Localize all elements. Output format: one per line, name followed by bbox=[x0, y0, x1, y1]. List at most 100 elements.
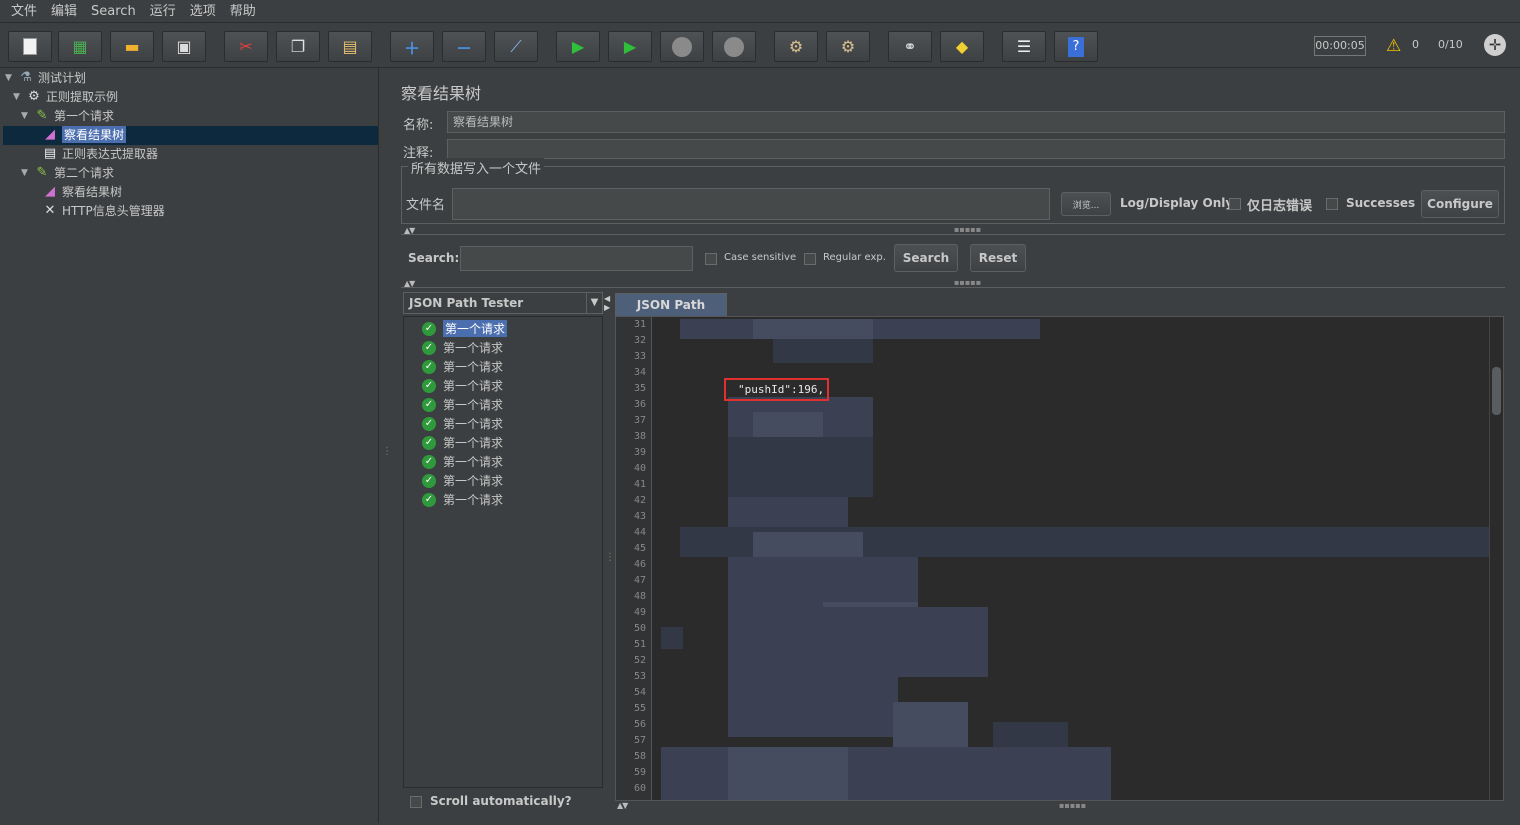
shutdown-button[interactable] bbox=[712, 31, 756, 62]
list-item[interactable]: ✓ 第一个请求 bbox=[422, 395, 503, 414]
save-button[interactable]: ▣ bbox=[162, 31, 206, 62]
log-display-label: Log/Display Only: bbox=[1120, 196, 1238, 210]
pen-icon: ✎ bbox=[36, 107, 48, 123]
binoculars-icon: ⚭ bbox=[903, 37, 917, 56]
clear-button[interactable]: ⚙ bbox=[774, 31, 818, 62]
menu-options[interactable]: 选项 bbox=[183, 0, 223, 23]
errors-checkbox[interactable] bbox=[1229, 198, 1241, 210]
scroll-auto-checkbox[interactable] bbox=[410, 796, 422, 808]
list-item[interactable]: ✓ 第一个请求 bbox=[422, 490, 503, 509]
new-button[interactable] bbox=[8, 31, 52, 62]
clear-all-button[interactable]: ⚙ bbox=[826, 31, 870, 62]
splitter-dots-icon[interactable]: ▪▪▪▪▪ bbox=[954, 278, 981, 287]
line-number: 57 bbox=[633, 735, 646, 746]
tree-node-view-results-1[interactable]: ◢ 察看结果树 bbox=[41, 125, 127, 144]
cut-button[interactable]: ✂ bbox=[224, 31, 268, 62]
list-item[interactable]: ✓ 第一个请求 bbox=[422, 357, 503, 376]
list-item[interactable]: ✓ 第一个请求 bbox=[422, 319, 508, 338]
divider bbox=[401, 234, 1505, 235]
stop-button[interactable] bbox=[660, 31, 704, 62]
warning-icon[interactable]: ⚠ bbox=[1386, 36, 1401, 56]
write-to-file-legend: 所有数据写入一个文件 bbox=[408, 158, 545, 177]
tree-node-view-results-2[interactable]: ◢ 察看结果树 bbox=[41, 182, 122, 201]
expand-toggle-icon[interactable]: ▼ bbox=[5, 73, 17, 83]
menu-file[interactable]: 文件 bbox=[4, 0, 44, 23]
search-tree-button[interactable]: ⚭ bbox=[888, 31, 932, 62]
tree-node-header-manager[interactable]: ✕ HTTP信息头管理器 bbox=[41, 201, 165, 220]
expand-toggle-icon[interactable]: ▼ bbox=[13, 92, 25, 102]
line-number: 34 bbox=[633, 367, 646, 378]
tree-node-second-request[interactable]: ▼ ✎ 第二个请求 bbox=[21, 163, 114, 182]
code-area[interactable]: "pushId":196, bbox=[653, 317, 1489, 800]
collapse-button[interactable]: － bbox=[442, 31, 486, 62]
tree-node-first-request[interactable]: ▼ ✎ 第一个请求 bbox=[21, 106, 114, 125]
menu-search[interactable]: Search bbox=[84, 0, 143, 23]
list-item[interactable]: ✓ 第一个请求 bbox=[422, 433, 503, 452]
response-editor[interactable]: 31 32 33 34 35 36 37 38 39 40 41 42 43 44 45 46 47 48 49 50… bbox=[615, 316, 1504, 801]
tree-node-thread-group[interactable]: ▼ ⚙ 正则提取示例 bbox=[13, 87, 118, 106]
gear-icon: ⚙ bbox=[28, 88, 40, 104]
vertical-scrollbar[interactable] bbox=[1489, 317, 1503, 800]
splitter-grip-icon[interactable]: ⋮ bbox=[605, 552, 615, 563]
list-item[interactable]: ✓ 第一个请求 bbox=[422, 376, 503, 395]
scroll-auto-label: Scroll automatically? bbox=[430, 794, 572, 808]
renderer-select[interactable]: JSON Path Tester ▼ bbox=[403, 292, 603, 314]
paste-button[interactable]: ▤ bbox=[328, 31, 372, 62]
browse-button[interactable]: 浏览... bbox=[1061, 192, 1111, 216]
line-number: 40 bbox=[633, 463, 646, 474]
clipboard-icon: ▤ bbox=[342, 37, 358, 56]
toggle-button[interactable]: ⟋ bbox=[494, 31, 538, 62]
scissors-icon: ✂ bbox=[239, 37, 253, 56]
splitter-dots-icon[interactable]: ▪▪▪▪▪ bbox=[1059, 801, 1086, 810]
line-number: 33 bbox=[633, 351, 646, 362]
help-button[interactable]: ? bbox=[1054, 31, 1098, 62]
case-sensitive-checkbox[interactable] bbox=[705, 253, 717, 265]
reset-search-button[interactable]: ◆ bbox=[940, 31, 984, 62]
success-shield-icon: ✓ bbox=[422, 473, 436, 488]
filename-input[interactable] bbox=[452, 188, 1050, 220]
copy-button[interactable]: ❐ bbox=[276, 31, 320, 62]
menu-run[interactable]: 运行 bbox=[143, 0, 183, 23]
line-number: 55 bbox=[633, 703, 646, 714]
scrollbar-thumb[interactable] bbox=[1492, 367, 1501, 415]
list-item[interactable]: ✓ 第一个请求 bbox=[422, 338, 503, 357]
line-number: 48 bbox=[633, 591, 646, 602]
expand-toggle-icon[interactable]: ▼ bbox=[21, 168, 33, 178]
start-button[interactable]: ▶ bbox=[556, 31, 600, 62]
configure-button[interactable]: Configure bbox=[1421, 190, 1499, 218]
menu-help[interactable]: 帮助 bbox=[223, 0, 263, 23]
redacted-content bbox=[893, 702, 968, 747]
list-item[interactable]: ✓ 第一个请求 bbox=[422, 471, 503, 490]
list-item[interactable]: ✓ 第一个请求 bbox=[422, 414, 503, 433]
reset-button[interactable]: Reset bbox=[970, 244, 1026, 272]
plus-icon: ＋ bbox=[403, 38, 420, 58]
tree-node-regex-extractor[interactable]: ▤ 正则表达式提取器 bbox=[41, 144, 158, 163]
list-item[interactable]: ✓ 第一个请求 bbox=[422, 452, 503, 471]
menu-edit[interactable]: 编辑 bbox=[44, 0, 84, 23]
splitter-dots-icon[interactable]: ▪▪▪▪▪ bbox=[954, 225, 981, 234]
copy-icon: ❐ bbox=[290, 37, 306, 56]
search-input[interactable] bbox=[460, 246, 693, 271]
success-shield-icon: ✓ bbox=[422, 359, 436, 374]
redacted-content bbox=[728, 607, 988, 677]
collapse-arrows-icon[interactable]: ▲▼ bbox=[617, 801, 628, 810]
successes-checkbox[interactable] bbox=[1326, 198, 1338, 210]
name-field[interactable]: 察看结果树 bbox=[447, 111, 1505, 133]
start-no-pause-button[interactable]: ▶ bbox=[608, 31, 652, 62]
open-button[interactable]: ▬ bbox=[110, 31, 154, 62]
comment-field[interactable] bbox=[447, 139, 1505, 159]
redacted-content bbox=[753, 319, 873, 339]
line-number: 43 bbox=[633, 511, 646, 522]
search-button[interactable]: Search bbox=[894, 244, 958, 272]
redacted-content bbox=[993, 722, 1068, 747]
expand-collapse-icon[interactable]: ◀ ▶ bbox=[604, 294, 610, 312]
templates-button[interactable]: ▦ bbox=[58, 31, 102, 62]
tab-json-path-tester[interactable]: JSON Path Tester bbox=[615, 293, 727, 334]
main-splitter[interactable]: ⋮ bbox=[380, 68, 392, 825]
regex-checkbox[interactable] bbox=[804, 253, 816, 265]
chevron-down-icon[interactable]: ▼ bbox=[586, 293, 602, 313]
tree-node-test-plan[interactable]: ▼ ⚗ 测试计划 bbox=[5, 68, 86, 87]
expand-toggle-icon[interactable]: ▼ bbox=[21, 111, 33, 121]
expand-button[interactable]: ＋ bbox=[390, 31, 434, 62]
function-helper-button[interactable]: ☰ bbox=[1002, 31, 1046, 62]
